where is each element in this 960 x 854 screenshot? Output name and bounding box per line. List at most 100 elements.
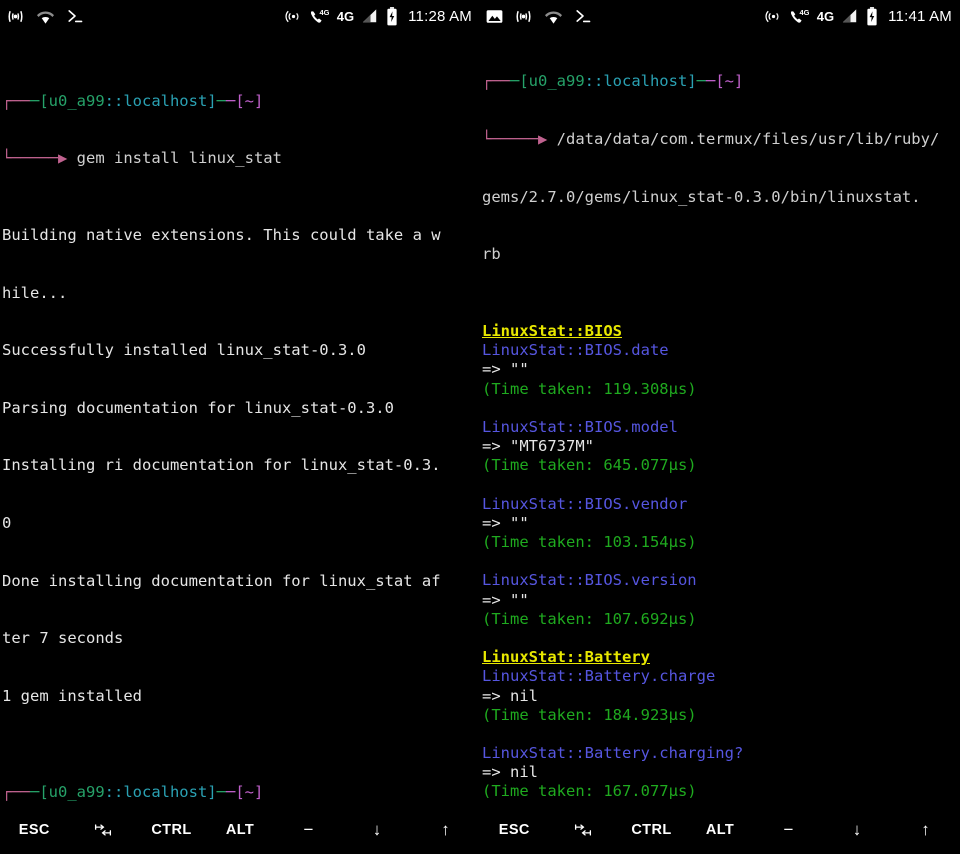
- hotspot-icon: [285, 8, 302, 25]
- network-4g-label: 4G: [816, 8, 835, 24]
- output-line: Successfully installed linux_stat-0.3.0: [2, 341, 366, 360]
- time-taken: (Time taken: 645.077µs): [482, 456, 697, 475]
- time-taken: (Time taken: 107.692µs): [482, 609, 697, 628]
- wifi-icon: [36, 9, 55, 24]
- right-clock: 11:41 AM: [888, 7, 952, 25]
- command-wrap-line: gems/2.7.0/gems/linux_stat-0.3.0/bin/lin…: [482, 187, 921, 206]
- left-status-bar: 4G 4G 11:28 AM: [0, 0, 480, 32]
- arrow-up-key[interactable]: ↑: [891, 806, 960, 854]
- section-heading: LinuxStat::BIOS: [482, 321, 622, 340]
- output-line: 1 gem installed: [2, 686, 142, 705]
- prompt-line: ┌───[u0_a99::localhost]──[~]: [2, 782, 264, 801]
- alt-key[interactable]: ALT: [206, 806, 275, 854]
- method-name: LinuxStat::BIOS.vendor: [482, 494, 688, 513]
- command-wrap-line: rb: [482, 245, 501, 264]
- method-result: => "": [482, 360, 529, 379]
- minus-key[interactable]: −: [754, 806, 823, 854]
- command-line-1: └─────▶ gem install linux_stat: [2, 149, 282, 168]
- signal-bars-icon: [361, 8, 379, 24]
- output-line: 0: [2, 513, 12, 532]
- linuxstat-report: LinuxStat::BIOS LinuxStat::BIOS.date => ""…: [482, 322, 960, 806]
- left-status-right-icons: 4G 4G 11:28 AM: [285, 6, 472, 26]
- network-4g-icon: 4G: [817, 9, 834, 24]
- esc-key[interactable]: ESC: [480, 806, 549, 854]
- cast-icon: [6, 8, 25, 25]
- method-name: LinuxStat::Battery.charge: [482, 667, 716, 686]
- arrow-down-key[interactable]: ↓: [823, 806, 892, 854]
- ctrl-key[interactable]: CTRL: [137, 806, 206, 854]
- left-extra-keys-row: ESC CTRL ALT − ↓ ↑: [0, 806, 480, 854]
- phone-4g-icon: 4G: [309, 8, 330, 25]
- method-result: => nil: [482, 763, 538, 782]
- hotspot-icon: [765, 8, 782, 25]
- esc-key[interactable]: ESC: [0, 806, 69, 854]
- cast-icon: [514, 8, 533, 25]
- termux-split-screen: 4G 4G 11:28 AM ┌───[u0_a99::localhost]──…: [0, 0, 960, 854]
- right-status-bar: 4G 4G 11:41 AM: [480, 0, 960, 32]
- method-name: LinuxStat::BIOS.model: [482, 417, 678, 436]
- terminal-icon: [574, 8, 592, 24]
- output-line: Installing ri documentation for linux_st…: [2, 456, 441, 475]
- left-terminal-pane[interactable]: 4G 4G 11:28 AM ┌───[u0_a99::localhost]──…: [0, 0, 480, 806]
- section-heading-row: LinuxStat::BIOS: [482, 322, 960, 341]
- tab-key[interactable]: [549, 806, 618, 854]
- command-line: └─────▶ /data/data/com.termux/files/usr/…: [482, 130, 940, 148]
- right-terminal-pane[interactable]: 4G 4G 11:41 AM ┌───[u0_a99::localhost]──…: [480, 0, 960, 806]
- output-line: Parsing documentation for linux_stat-0.3…: [2, 398, 394, 417]
- right-extra-keys-row: ESC CTRL ALT − ↓ ↑: [480, 806, 960, 854]
- tab-icon: [94, 824, 111, 836]
- command-text: gem install linux_stat: [76, 149, 282, 168]
- output-line: Building native extensions. This could t…: [2, 226, 441, 244]
- network-4g-label: 4G: [336, 8, 355, 24]
- tab-icon: [574, 824, 591, 836]
- svg-text:4G: 4G: [319, 8, 329, 17]
- prompt-line: ┌───[u0_a99::localhost]──[~]: [2, 91, 264, 110]
- method-result: => "": [482, 513, 529, 532]
- time-taken: (Time taken: 103.154µs): [482, 533, 697, 552]
- image-icon: [486, 9, 503, 24]
- time-taken: (Time taken: 119.308µs): [482, 379, 697, 398]
- svg-text:4G: 4G: [799, 8, 809, 17]
- battery-charging-icon: [386, 6, 398, 26]
- extra-keys-toolbars: ESC CTRL ALT − ↓ ↑ ESC CTRL ALT − ↓ ↑: [0, 806, 960, 854]
- left-terminal-output[interactable]: ┌───[u0_a99::localhost]──[~] └─────▶ gem…: [0, 32, 480, 806]
- prompt-line: ┌───[u0_a99::localhost]──[~]: [482, 72, 744, 91]
- section-heading-row: LinuxStat::Battery: [482, 648, 960, 667]
- left-status-icons: [6, 8, 84, 25]
- method-result: => "": [482, 590, 529, 609]
- method-name: LinuxStat::BIOS.date: [482, 341, 669, 360]
- right-status-icons: [486, 8, 592, 25]
- network-4g-icon: 4G: [337, 9, 354, 24]
- arrow-up-key[interactable]: ↑: [411, 806, 480, 854]
- phone-4g-icon: 4G: [789, 8, 810, 25]
- wifi-icon: [544, 9, 563, 24]
- method-name: LinuxStat::BIOS.version: [482, 571, 697, 590]
- left-clock: 11:28 AM: [408, 7, 472, 25]
- output-line: Done installing documentation for linux_…: [2, 571, 441, 590]
- signal-bars-icon: [841, 8, 859, 24]
- section-heading: LinuxStat::Battery: [482, 648, 650, 667]
- method-result: => "MT6737M": [482, 437, 594, 456]
- time-taken: (Time taken: 184.923µs): [482, 705, 697, 724]
- ctrl-key[interactable]: CTRL: [617, 806, 686, 854]
- tab-key[interactable]: [69, 806, 138, 854]
- terminal-icon: [66, 8, 84, 24]
- minus-key[interactable]: −: [274, 806, 343, 854]
- method-name: LinuxStat::Battery.charging?: [482, 744, 744, 763]
- right-terminal-output[interactable]: ┌───[u0_a99::localhost]──[~] └─────▶ /da…: [480, 32, 960, 806]
- right-status-right-icons: 4G 4G 11:41 AM: [765, 6, 952, 26]
- terminal-panes: 4G 4G 11:28 AM ┌───[u0_a99::localhost]──…: [0, 0, 960, 806]
- command-text: /data/data/com.termux/files/usr/lib/ruby…: [556, 130, 940, 148]
- battery-charging-icon: [866, 6, 878, 26]
- arrow-down-key[interactable]: ↓: [343, 806, 412, 854]
- time-taken: (Time taken: 167.077µs): [482, 782, 697, 801]
- output-line: hile...: [2, 283, 68, 302]
- method-result: => nil: [482, 686, 538, 705]
- alt-key[interactable]: ALT: [686, 806, 755, 854]
